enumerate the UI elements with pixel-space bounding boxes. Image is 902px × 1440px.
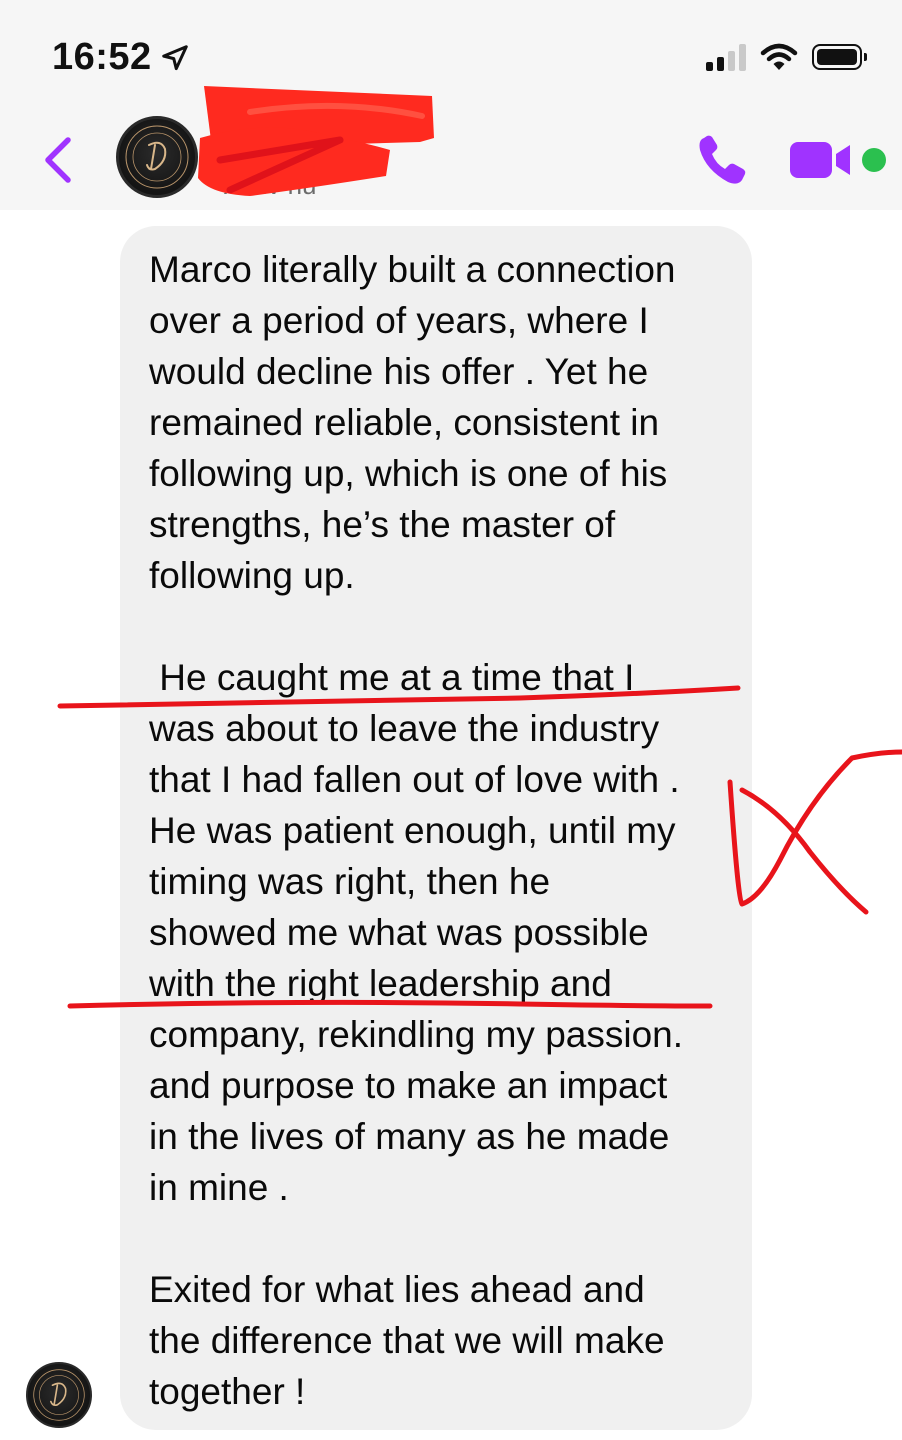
message-paragraph-2: He caught me at a time that I was about … [149,652,730,1213]
monogram-logo-icon [125,125,189,189]
message-line: company, rekindling my passion. [149,1014,684,1055]
message-line: would decline his offer . Yet he [149,351,649,392]
wifi-icon [760,43,798,70]
sender-avatar[interactable] [26,1362,92,1428]
x-mark-annotation [739,787,869,915]
message-line: Exited for what lies ahead and [149,1269,645,1310]
message-line: following up. [149,555,355,596]
back-chevron-icon[interactable] [38,132,78,188]
messenger-chat-screen: 16:52 s Aktiv nu Marco literally built a… [0,0,902,1440]
message-line: with the right leadership and [149,963,612,1004]
message-line: in the lives of many as he made [149,1116,670,1157]
message-line: that I had fallen out of love with . [149,759,680,800]
contact-avatar[interactable] [116,116,198,198]
message-line: and purpose to make an impact [149,1065,668,1106]
message-line: He was patient enough, until my [149,810,676,851]
contact-active-status: Aktiv nu [224,170,317,200]
cellular-signal-icon [706,43,746,71]
message-line: He caught me at a time that I [149,657,635,698]
message-line: was about to leave the industry [149,708,660,749]
message-line: over a period of years, where I [149,300,649,341]
message-line: Marco literally built a connection [149,249,676,290]
message-line: following up, which is one of his [149,453,668,494]
message-paragraph-3: Exited for what lies ahead and the diffe… [149,1264,730,1417]
chat-header: 16:52 s Aktiv nu [0,0,902,210]
x-mark-annotation [727,749,902,907]
message-line: in mine . [149,1167,289,1208]
status-bar-indicators [706,40,867,74]
message-bubble[interactable]: Marco literally built a connection over … [120,226,752,1430]
message-line: together ! [149,1371,306,1412]
message-line: the difference that we will make [149,1320,665,1361]
monogram-logo-icon [33,1369,85,1421]
contact-name[interactable]: s [222,122,242,164]
online-status-dot [862,148,886,172]
video-call-icon[interactable] [788,138,854,182]
message-paragraph-1: Marco literally built a connection over … [149,244,730,601]
battery-icon [812,44,867,70]
message-line: remained reliable, consistent in [149,402,660,443]
message-line: timing was right, then he [149,861,551,902]
status-time-label: 16:52 [52,36,152,78]
location-arrow-icon [161,44,188,70]
message-line: showed me what was possible [149,912,649,953]
message-line: strengths, he’s the master of [149,504,616,545]
phone-call-icon[interactable] [692,132,752,188]
status-bar-time: 16:52 [52,36,190,79]
